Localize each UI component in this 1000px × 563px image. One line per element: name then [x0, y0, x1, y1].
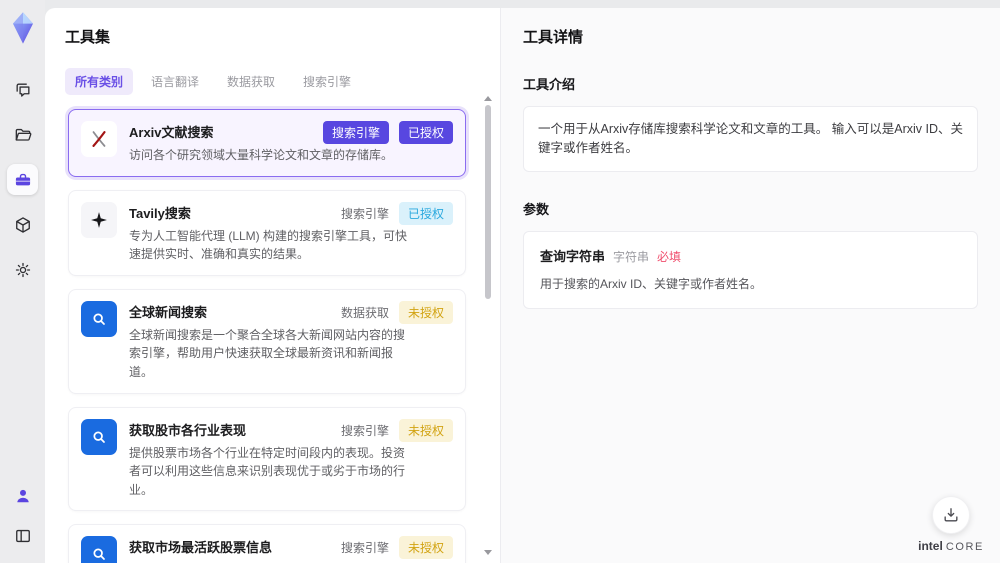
category-label: 搜索引擎: [340, 423, 389, 438]
news-search-icon: [81, 300, 117, 337]
brand-core: core: [945, 541, 984, 553]
tool-card-sector-performance[interactable]: 获取股市各行业表现 提供股票市场各个行业在特定时间段内的表现。投资者可以利用这些…: [68, 406, 466, 512]
tool-description: 提供股票市场各个行业在特定时间段内的表现。投资者可以利用这些信息来识别表现优于或…: [129, 445, 406, 497]
user-icon: [13, 486, 33, 506]
sidebar-item-toolset[interactable]: [7, 164, 38, 195]
intro-heading: 工具介绍: [523, 77, 576, 92]
parameter-description: 用于搜索的Arxiv ID、关键字或作者姓名。: [540, 276, 763, 291]
tool-tags: 搜索引擎 未授权: [340, 536, 453, 560]
status-badge: 未授权: [398, 418, 453, 442]
detail-title: 工具详情: [523, 29, 584, 46]
download-icon: [941, 505, 961, 525]
tool-card-active-stocks[interactable]: 获取市场最活跃股票信息 提供当天交易量最高的股票列表。投资者可以利用这些信息来识…: [68, 524, 466, 563]
brand-intel: intel: [918, 539, 943, 553]
category-badge: 搜索引擎: [322, 121, 389, 144]
intel-core-logo: intel core: [918, 539, 984, 553]
tab-language-translation[interactable]: 语言翻译: [141, 68, 209, 95]
parameter-header: 查询字符串 字符串 必填: [540, 246, 961, 265]
folder-icon: [13, 125, 33, 145]
tool-tags: 搜索引擎 未授权: [340, 418, 453, 442]
chat-icon: [13, 80, 33, 100]
sidebar-item-models[interactable]: [7, 209, 38, 240]
parameter-card: 查询字符串 字符串 必填 用于搜索的Arxiv ID、关键字或作者姓名。: [523, 230, 978, 309]
tool-description: 专为人工智能代理 (LLM) 构建的搜索引擎工具，可快速提供实时、准确和真实的结…: [129, 228, 408, 262]
tool-description: 全球新闻搜索是一个聚合全球各大新闻网站内容的搜索引擎，帮助用户快速获取全球最新资…: [129, 327, 406, 379]
tab-search-engine[interactable]: 搜索引擎: [293, 68, 361, 95]
app-window: 工具集 所有类别 语言翻译 数据获取 搜索引擎 Arxiv文献搜索 访问各个研究…: [0, 0, 1000, 563]
tool-tags: 搜索引擎 已授权: [322, 121, 453, 144]
category-label: 搜索引擎: [340, 206, 389, 221]
tool-card-arxiv[interactable]: Arxiv文献搜索 访问各个研究领域大量科学论文和文章的存储库。 搜索引擎 已授…: [68, 109, 466, 177]
rail-nav: [7, 74, 38, 285]
parameter-name: 查询字符串: [540, 248, 606, 264]
parameter-required-badge: 必填: [657, 249, 682, 264]
main-content: 工具集 所有类别 语言翻译 数据获取 搜索引擎 Arxiv文献搜索 访问各个研究…: [45, 8, 1000, 563]
tavily-icon: [81, 201, 117, 238]
category-label: 搜索引擎: [340, 541, 389, 556]
tool-card-tavily[interactable]: Tavily搜索 专为人工智能代理 (LLM) 构建的搜索引擎工具，可快速提供实…: [68, 189, 466, 276]
download-button[interactable]: [932, 496, 971, 534]
arxiv-icon: [81, 121, 117, 157]
tool-tags: 数据获取 未授权: [340, 300, 453, 324]
category-tabs: 所有类别 语言翻译 数据获取 搜索引擎: [65, 68, 478, 95]
status-badge: 已授权: [398, 201, 453, 225]
sidebar-item-settings[interactable]: [7, 254, 38, 285]
parameter-type: 字符串: [613, 249, 650, 264]
sidebar-item-chat[interactable]: [7, 74, 38, 105]
tool-detail-panel: 工具详情 工具介绍 一个用于从Arxiv存储库搜索科学论文和文章的工具。 输入可…: [500, 8, 1000, 563]
tool-card-global-news[interactable]: 全球新闻搜索 全球新闻搜索是一个聚合全球各大新闻网站内容的搜索引擎，帮助用户快速…: [68, 288, 466, 394]
tool-list-panel: 工具集 所有类别 语言翻译 数据获取 搜索引擎 Arxiv文献搜索 访问各个研究…: [45, 8, 500, 563]
app-logo: [6, 9, 40, 47]
tab-all-categories[interactable]: 所有类别: [65, 68, 134, 95]
scrollbar-thumb[interactable]: [485, 105, 491, 299]
tool-intro-text: 一个用于从Arxiv存储库搜索科学论文和文章的工具。 输入可以是Arxiv ID…: [523, 106, 978, 172]
list-scrollbar[interactable]: [484, 96, 493, 555]
status-badge: 未授权: [398, 536, 453, 560]
sidebar-item-account[interactable]: [7, 480, 38, 511]
status-badge: 已授权: [398, 121, 453, 144]
toolbox-icon: [13, 170, 33, 190]
scroll-up-arrow-icon[interactable]: [484, 96, 492, 101]
cube-icon: [13, 215, 33, 235]
gear-icon: [13, 260, 33, 280]
corner-widgets: intel core: [918, 496, 984, 553]
rail-bottom: [7, 480, 38, 551]
status-badge: 未授权: [398, 300, 453, 324]
sidebar-item-collapse[interactable]: [7, 520, 38, 551]
category-label: 数据获取: [340, 305, 389, 320]
tool-description: 访问各个研究领域大量科学论文和文章的存储库。: [129, 148, 394, 162]
params-heading: 参数: [523, 201, 550, 217]
stock-search-icon: [81, 536, 117, 563]
tab-data-acquisition[interactable]: 数据获取: [217, 68, 285, 95]
sidebar-item-files[interactable]: [7, 119, 38, 150]
left-rail: [0, 0, 45, 563]
scroll-down-arrow-icon[interactable]: [484, 550, 492, 555]
sidebar-panel-icon: [13, 526, 33, 546]
tool-tags: 搜索引擎 已授权: [340, 201, 453, 225]
tool-card-list: Arxiv文献搜索 访问各个研究领域大量科学论文和文章的存储库。 搜索引擎 已授…: [65, 106, 478, 563]
stock-search-icon: [81, 418, 117, 455]
page-title: 工具集: [65, 29, 111, 46]
